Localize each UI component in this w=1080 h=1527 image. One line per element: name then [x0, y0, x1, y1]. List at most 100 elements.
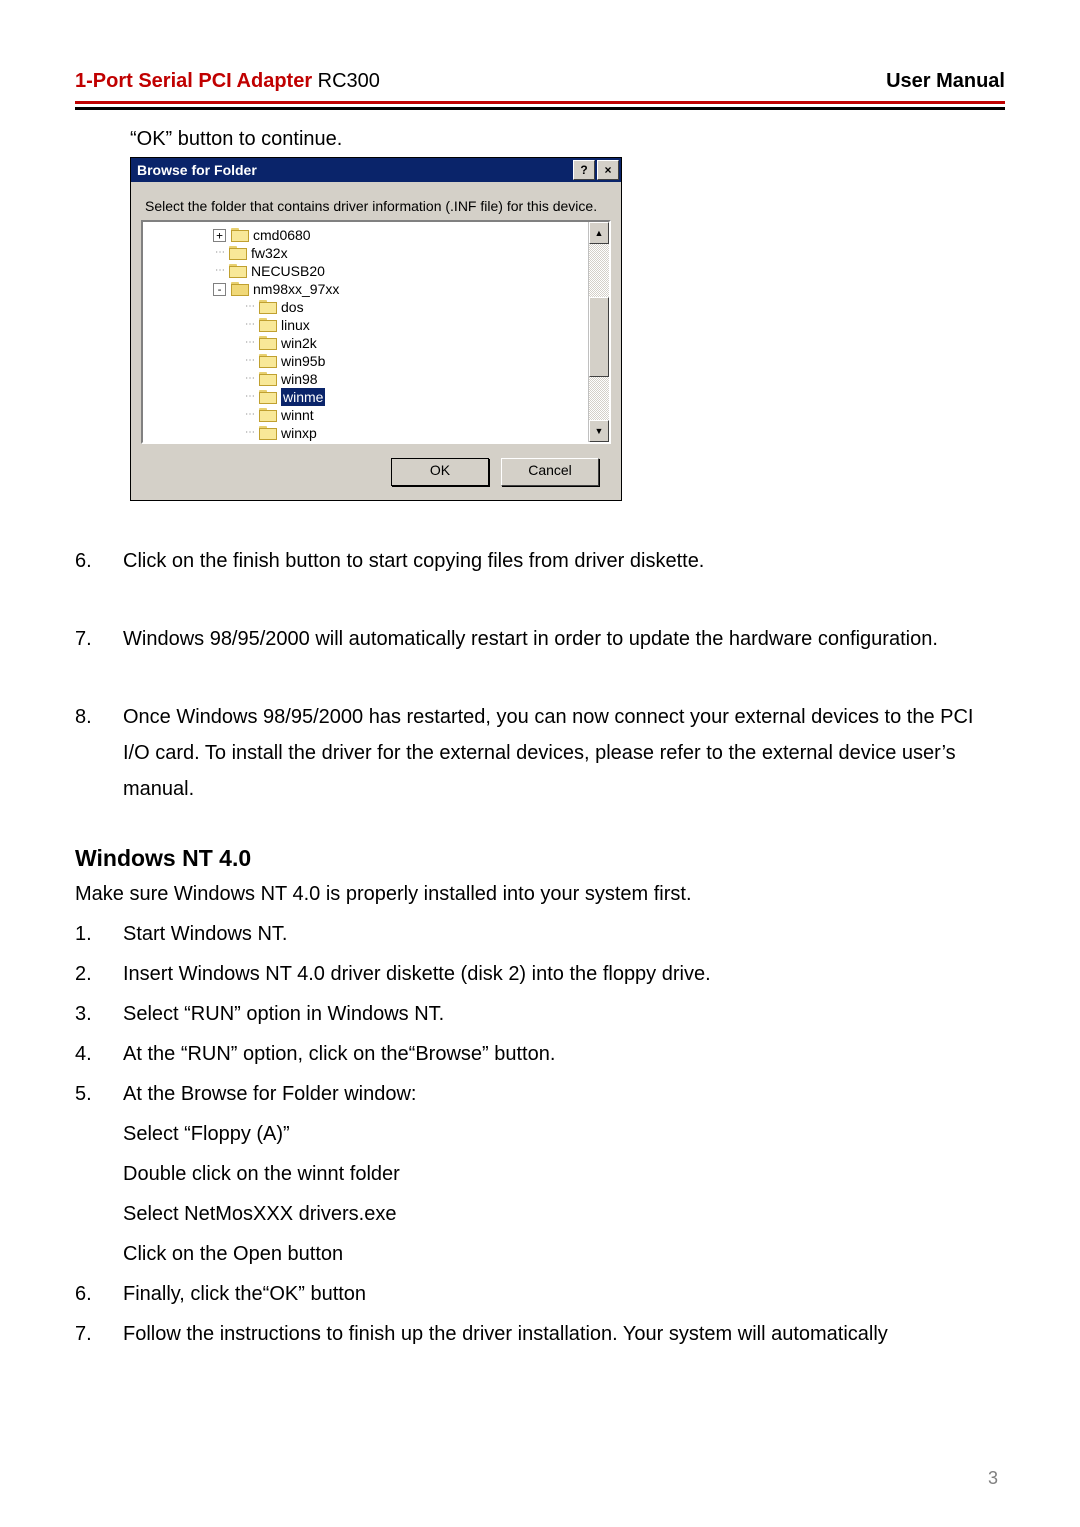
scroll-track[interactable] — [589, 244, 609, 420]
folder-icon — [231, 282, 249, 296]
tree-item-label: win98 — [281, 370, 318, 388]
step-number: 7. — [75, 621, 123, 657]
step-number: 1. — [75, 916, 123, 952]
product-model: RC300 — [312, 70, 380, 92]
step-text: Windows 98/95/2000 will automatically re… — [123, 621, 1005, 657]
folder-tree-content[interactable]: +cmd0680⋯fw32x⋯NECUSB20-nm98xx_97xx⋯dos⋯… — [143, 222, 588, 442]
scroll-down-button[interactable]: ▼ — [589, 420, 609, 442]
folder-icon — [259, 318, 277, 332]
page-number: 3 — [988, 1468, 998, 1489]
section-intro: Make sure Windows NT 4.0 is properly ins… — [75, 876, 1005, 912]
step-number: 5. — [75, 1076, 123, 1112]
page-header: 1-Port Serial PCI Adapter RC300 User Man… — [75, 70, 1005, 101]
tree-item[interactable]: + cmd0680 — [213, 226, 586, 244]
folder-icon — [259, 300, 277, 314]
tree-item[interactable]: ⋯ dos — [213, 298, 586, 316]
step-number: 6. — [75, 543, 123, 579]
step-text: Once Windows 98/95/2000 has restarted, y… — [123, 699, 1005, 807]
folder-icon — [229, 264, 247, 278]
step: 7.Windows 98/95/2000 will automatically … — [75, 621, 1005, 657]
tree-connector: ⋯ — [243, 370, 257, 388]
tree-item-label: NECUSB20 — [251, 262, 325, 280]
step-text: Follow the instructions to finish up the… — [123, 1316, 1005, 1352]
expander-icon[interactable]: + — [213, 229, 226, 242]
browse-for-folder-dialog: Browse for Folder ? × Select the folder … — [130, 157, 622, 501]
folder-icon — [259, 372, 277, 386]
step: 8.Once Windows 98/95/2000 has restarted,… — [75, 699, 1005, 807]
substep: Double click on the winnt folder — [75, 1156, 1005, 1192]
tree-connector: ⋯ — [213, 244, 227, 262]
tree-item[interactable]: ⋯ win2k — [213, 334, 586, 352]
header-right: User Manual — [886, 70, 1005, 93]
scrollbar: ▲ ▼ — [588, 222, 609, 442]
tree-item[interactable]: ⋯ fw32x — [213, 244, 586, 262]
dialog-titlebar: Browse for Folder ? × — [131, 158, 621, 182]
dialog-instruction: Select the folder that contains driver i… — [141, 192, 611, 220]
tree-item-label: nm98xx_97xx — [253, 280, 339, 298]
tree-item[interactable]: ⋯ linux — [213, 316, 586, 334]
tree-connector: ⋯ — [243, 352, 257, 370]
substep: Click on the Open button — [75, 1236, 1005, 1272]
product-name: 1-Port Serial PCI Adapter — [75, 70, 312, 92]
header-left: 1-Port Serial PCI Adapter RC300 — [75, 70, 380, 93]
tree-item-label: fw32x — [251, 244, 288, 262]
step: 5.At the Browse for Folder window: — [75, 1076, 1005, 1112]
tree-connector: ⋯ — [243, 298, 257, 316]
tree-connector: ⋯ — [243, 334, 257, 352]
folder-icon — [259, 390, 277, 404]
step-text: At the Browse for Folder window: — [123, 1076, 1005, 1112]
step-text: Click on the finish button to start copy… — [123, 543, 1005, 579]
substep: Select NetMosXXX drivers.exe — [75, 1196, 1005, 1232]
step: 7.Follow the instructions to finish up t… — [75, 1316, 1005, 1352]
step-text: At the “RUN” option, click on the“Browse… — [123, 1036, 1005, 1072]
tree-item-label: winnt — [281, 406, 314, 424]
help-button[interactable]: ? — [573, 160, 595, 180]
step: 4.At the “RUN” option, click on the“Brow… — [75, 1036, 1005, 1072]
folder-icon — [259, 354, 277, 368]
folder-icon — [231, 228, 249, 242]
tree-item-label: winme — [281, 388, 325, 406]
folder-tree: +cmd0680⋯fw32x⋯NECUSB20-nm98xx_97xx⋯dos⋯… — [141, 220, 611, 444]
dialog-title: Browse for Folder — [137, 162, 571, 178]
step: 2.Insert Windows NT 4.0 driver diskette … — [75, 956, 1005, 992]
step-number: 6. — [75, 1276, 123, 1312]
folder-icon — [259, 426, 277, 440]
scroll-up-button[interactable]: ▲ — [589, 222, 609, 244]
tree-item-label: dos — [281, 298, 304, 316]
substep: Select “Floppy (A)” — [75, 1116, 1005, 1152]
tree-item[interactable]: ⋯ winme — [213, 388, 586, 406]
folder-icon — [259, 336, 277, 350]
tree-item-label: linux — [281, 316, 310, 334]
step-text: Select “RUN” option in Windows NT. — [123, 996, 1005, 1032]
tree-item-label: win2k — [281, 334, 317, 352]
tree-item-label: win95b — [281, 352, 325, 370]
tree-item[interactable]: ⋯ win95b — [213, 352, 586, 370]
tree-item[interactable]: ⋯winxp — [213, 424, 586, 442]
folder-icon — [259, 408, 277, 422]
tree-item[interactable]: ⋯ win98 — [213, 370, 586, 388]
step-number: 3. — [75, 996, 123, 1032]
tree-connector: ⋯ — [243, 316, 257, 334]
tree-item[interactable]: ⋯ NECUSB20 — [213, 262, 586, 280]
step: 3.Select “RUN” option in Windows NT. — [75, 996, 1005, 1032]
scroll-thumb[interactable] — [589, 297, 609, 377]
step-text: Start Windows NT. — [123, 916, 1005, 952]
step: 6.Click on the finish button to start co… — [75, 543, 1005, 579]
header-rule — [75, 101, 1005, 110]
cancel-button[interactable]: Cancel — [501, 458, 599, 486]
tree-connector: ⋯ — [213, 262, 227, 280]
ok-button[interactable]: OK — [391, 458, 489, 486]
tree-item-label: cmd0680 — [253, 226, 311, 244]
expander-icon[interactable]: - — [213, 283, 226, 296]
step-number: 7. — [75, 1316, 123, 1352]
step-number: 8. — [75, 699, 123, 807]
tree-item[interactable]: - nm98xx_97xx — [213, 280, 586, 298]
tree-connector: ⋯ — [243, 388, 257, 406]
step-number: 2. — [75, 956, 123, 992]
close-button[interactable]: × — [597, 160, 619, 180]
folder-icon — [229, 246, 247, 260]
tree-item[interactable]: ⋯ winnt — [213, 406, 586, 424]
step-text: Finally, click the“OK” button — [123, 1276, 1005, 1312]
step-text: Insert Windows NT 4.0 driver diskette (d… — [123, 956, 1005, 992]
tree-connector: ⋯ — [243, 406, 257, 424]
